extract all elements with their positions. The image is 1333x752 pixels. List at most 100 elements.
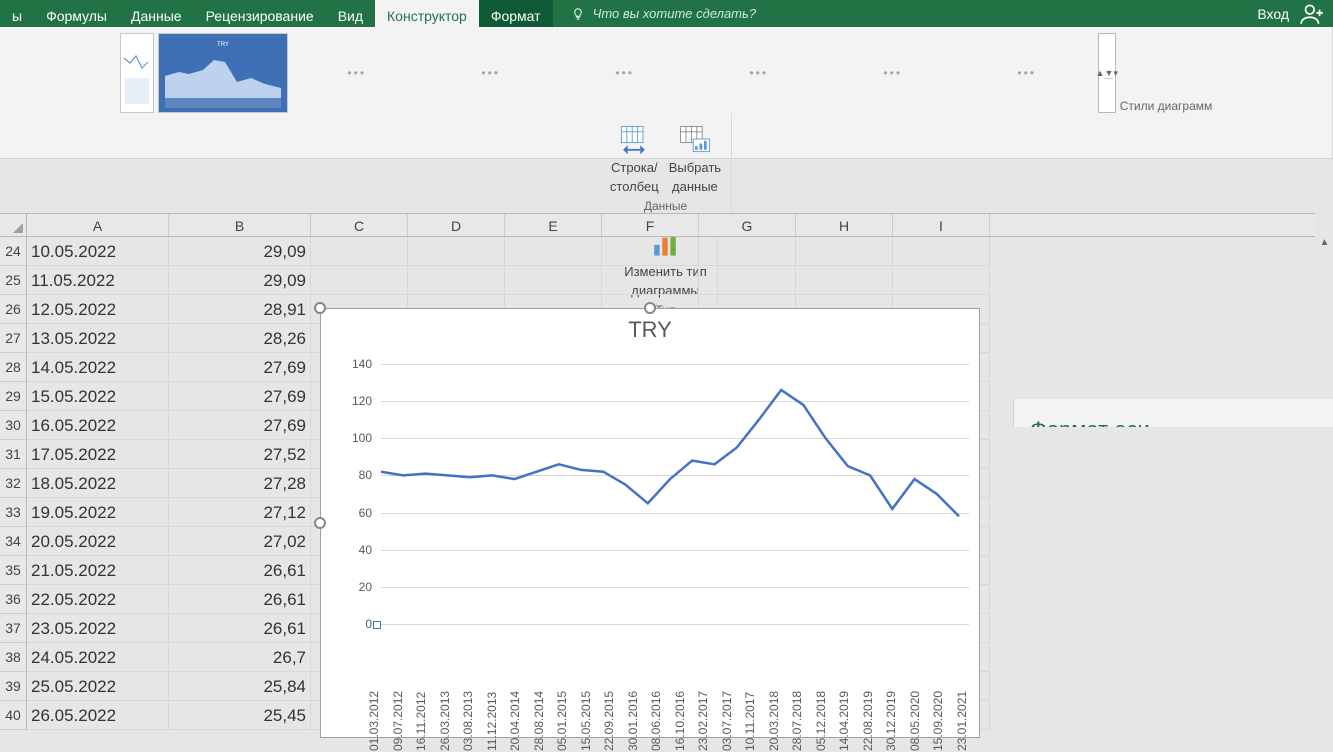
tab-design[interactable]: Конструктор [375,0,479,27]
col-header[interactable]: A [27,214,169,236]
cell[interactable]: 27,69 [169,382,311,411]
gallery-more-icon[interactable]: ▾ [1113,68,1118,79]
cell[interactable]: 27,12 [169,498,311,527]
chart-style-8[interactable]: ••• [962,33,1092,113]
chart-style-1[interactable] [120,33,154,113]
resize-handle[interactable] [314,517,326,529]
row-header[interactable]: 40 [0,701,27,730]
cell[interactable]: 26.05.2022 [27,701,169,730]
cell[interactable]: 26,61 [169,556,311,585]
chart-style-6[interactable]: ••• [694,33,824,113]
cell[interactable]: 11.05.2022 [27,266,169,295]
row-header[interactable]: 35 [0,556,27,585]
cell[interactable]: 26,61 [169,585,311,614]
cell[interactable]: 22.05.2022 [27,585,169,614]
cell[interactable]: 27,69 [169,353,311,382]
cell[interactable]: 16.05.2022 [27,411,169,440]
chart-style-3[interactable]: ••• [292,33,422,113]
row-header[interactable]: 39 [0,672,27,701]
row-header[interactable]: 27 [0,324,27,353]
row-header[interactable]: 31 [0,440,27,469]
cell[interactable]: 13.05.2022 [27,324,169,353]
cell[interactable]: 25,84 [169,672,311,701]
tab-view[interactable]: Вид [326,0,375,27]
col-header[interactable]: H [796,214,893,236]
cell[interactable]: 29,09 [169,237,311,266]
tab-partial[interactable]: ы [0,0,34,27]
col-header[interactable]: D [408,214,505,236]
chart-style-2[interactable]: TRY [158,33,288,113]
chart-styles-group: TRY ••• ••• ••• ••• ••• ••• ▲ ▼ ▾ Стили … [0,27,1333,158]
tab-format[interactable]: Формат [479,0,553,27]
cell[interactable]: 29,09 [169,266,311,295]
gallery-up-icon[interactable]: ▲ ▼ ▾ [1099,34,1115,112]
cell[interactable]: 10.05.2022 [27,237,169,266]
col-header[interactable]: B [169,214,311,236]
tab-data[interactable]: Данные [119,0,194,27]
cell[interactable]: 27,28 [169,469,311,498]
cell[interactable]: 19.05.2022 [27,498,169,527]
row-header[interactable]: 37 [0,614,27,643]
sign-in-link[interactable]: Вход [1257,6,1289,22]
table-row[interactable]: 2511.05.202229,09 [0,266,1315,295]
column-headers: A B C D E F G H I [0,213,1315,237]
resize-handle[interactable] [314,302,326,314]
ribbon: TRY ••• ••• ••• ••• ••• ••• ▲ ▼ ▾ Стили … [0,27,1333,159]
style-gallery-scroll[interactable]: ▲ ▼ ▾ [1098,33,1116,113]
cell[interactable]: 27,69 [169,411,311,440]
row-header[interactable]: 26 [0,295,27,324]
scroll-up-icon[interactable]: ▲ [1320,237,1330,248]
row-header[interactable]: 38 [0,643,27,672]
tab-formulas[interactable]: Формулы [34,0,119,27]
row-header[interactable]: 29 [0,382,27,411]
col-header[interactable]: F [602,214,699,236]
cell[interactable]: 28,91 [169,295,311,324]
row-header[interactable]: 30 [0,411,27,440]
cell[interactable]: 27,52 [169,440,311,469]
chart-style-4[interactable]: ••• [426,33,556,113]
col-header[interactable]: C [311,214,408,236]
cell[interactable]: 14.05.2022 [27,353,169,382]
format-axis-pane: Формат оси Параметры оси Параметры те ▲ … [1013,399,1333,427]
row-header[interactable]: 25 [0,266,27,295]
cell[interactable]: 17.05.2022 [27,440,169,469]
embedded-chart[interactable]: TRY 020406080100120140 01.03.201209.07.2… [320,308,980,738]
cell[interactable]: 23.05.2022 [27,614,169,643]
cell[interactable]: 25.05.2022 [27,672,169,701]
row-header[interactable]: 33 [0,498,27,527]
row-header[interactable]: 34 [0,527,27,556]
cell[interactable]: 15.05.2022 [27,382,169,411]
chart-style-5[interactable]: ••• [560,33,690,113]
select-all-corner[interactable] [0,214,27,236]
row-header[interactable]: 36 [0,585,27,614]
cell[interactable]: 28,26 [169,324,311,353]
row-header[interactable]: 28 [0,353,27,382]
cell[interactable]: 26,7 [169,643,311,672]
data-group: Строка/ столбец Выбрать данные Данные [600,113,732,217]
cell[interactable]: 26,61 [169,614,311,643]
select-data-button[interactable]: Выбрать данные [665,119,725,195]
gallery-down-icon[interactable]: ▼ [1104,68,1113,79]
col-header[interactable]: I [893,214,990,236]
table-row[interactable]: 2410.05.202229,09 [0,237,1315,266]
switch-row-col-button[interactable]: Строка/ столбец [606,119,663,195]
cell[interactable]: 25,45 [169,701,311,730]
user-add-icon[interactable] [1299,1,1325,27]
tell-me[interactable]: Что вы хотите сделать? [553,0,757,27]
cell[interactable]: 12.05.2022 [27,295,169,324]
cell[interactable]: 24.05.2022 [27,643,169,672]
plot-area[interactable]: 020406080100120140 [366,364,969,624]
chart-style-7[interactable]: ••• [828,33,958,113]
row-header[interactable]: 24 [0,237,27,266]
col-header[interactable]: G [699,214,796,236]
cell[interactable]: 21.05.2022 [27,556,169,585]
row-header[interactable]: 32 [0,469,27,498]
axis-selection-handle[interactable] [373,621,381,629]
tab-review[interactable]: Рецензирование [194,0,326,27]
chart-title[interactable]: TRY [321,309,979,347]
cell[interactable]: 18.05.2022 [27,469,169,498]
cell[interactable]: 20.05.2022 [27,527,169,556]
cell[interactable]: 27,02 [169,527,311,556]
col-header[interactable]: E [505,214,602,236]
resize-handle[interactable] [644,302,656,314]
